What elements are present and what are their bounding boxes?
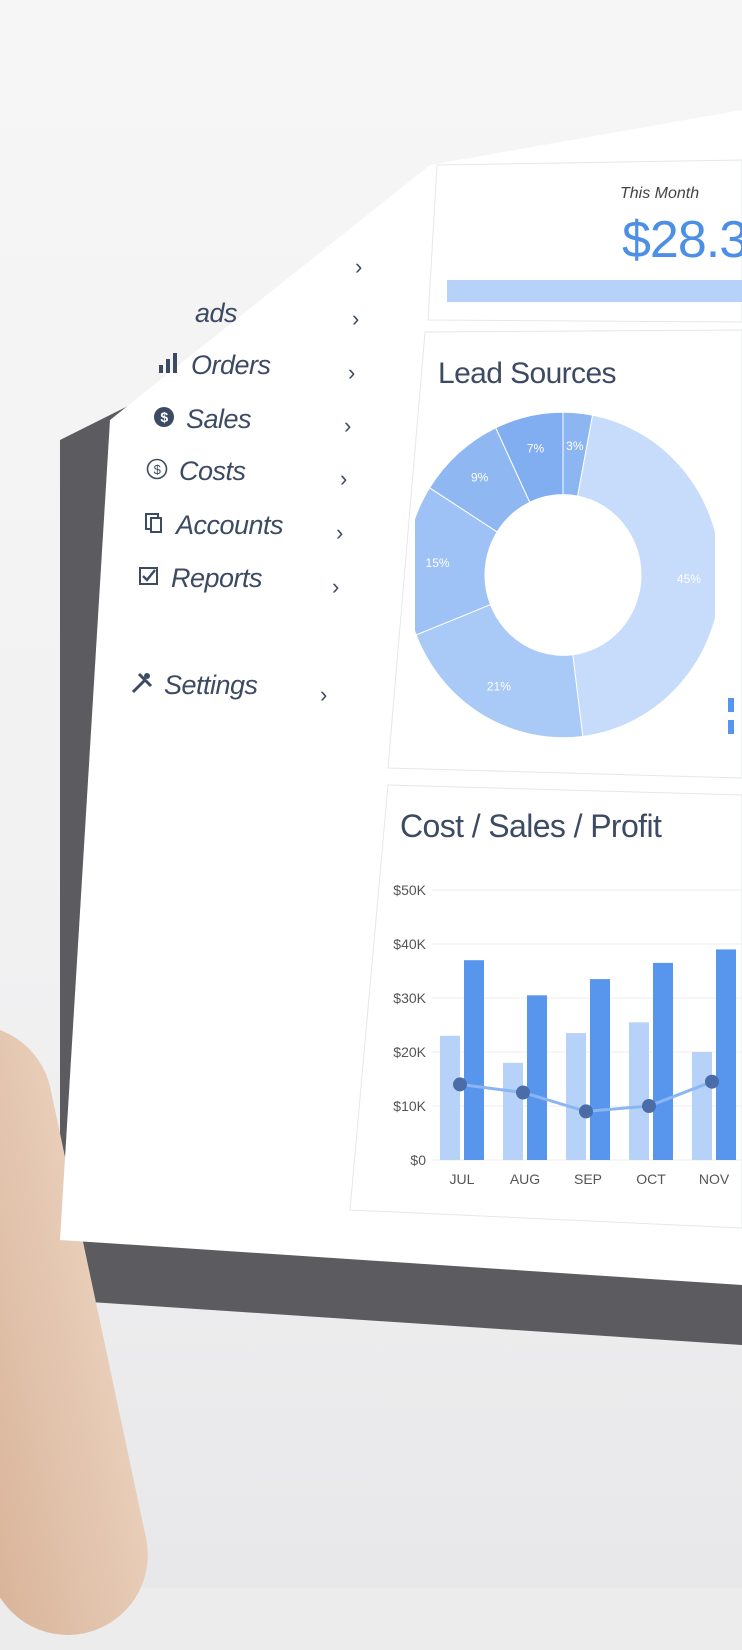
bar: [590, 979, 610, 1160]
bar: [566, 1033, 586, 1160]
bar: [464, 960, 484, 1160]
y-tick-label: $40K: [393, 936, 426, 952]
x-tick-label: SEP: [574, 1171, 602, 1187]
profit-point: [579, 1104, 593, 1119]
y-tick-label: $20K: [393, 1044, 426, 1060]
y-tick-label: $0: [410, 1152, 426, 1168]
y-tick-label: $10K: [393, 1098, 426, 1114]
y-tick-label: $50K: [393, 882, 426, 898]
bar: [527, 995, 547, 1160]
bar: [692, 1052, 712, 1160]
x-tick-label: OCT: [636, 1171, 666, 1187]
bar: [716, 949, 736, 1160]
y-tick-label: $30K: [393, 990, 426, 1006]
cost-chart-title: Cost / Sales / Profit: [400, 808, 662, 844]
profit-point: [516, 1085, 530, 1100]
x-tick-label: AUG: [510, 1171, 540, 1187]
bar: [629, 1022, 649, 1160]
bar: [440, 1035, 460, 1160]
profit-point: [705, 1074, 719, 1089]
profit-point: [642, 1099, 656, 1113]
bar: [503, 1062, 523, 1160]
x-tick-label: NOV: [699, 1171, 730, 1187]
x-tick-label: JUL: [450, 1171, 475, 1187]
cost-sales-profit-chart: $0 $10K $20K $30K $40K $50K JUL AUG SEP OCT NOV: [393, 882, 742, 1187]
bar: [653, 962, 673, 1160]
profit-point: [453, 1077, 467, 1092]
